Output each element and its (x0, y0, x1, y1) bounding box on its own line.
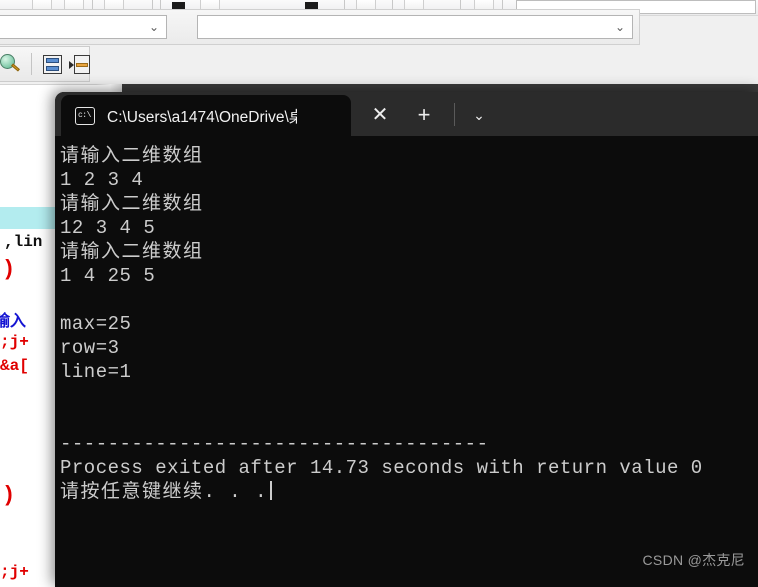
panel-bar-bottom (46, 66, 59, 71)
console-line: line=1 (60, 361, 132, 383)
magnifier-icon[interactable] (0, 53, 23, 77)
console-line: 请输入二维数组 (60, 241, 204, 263)
ide-combo-toolbar: ⌄ ⌄ (0, 9, 640, 45)
new-tab-icon[interactable]: + (410, 101, 438, 129)
titlebar-divider (454, 103, 455, 126)
console-line: 1 4 25 5 (60, 265, 156, 287)
panel-bar-top (46, 58, 59, 63)
windows-terminal-window: C:\Users\a1474\OneDrive\桌面 ✕ + ⌄ 请输入二维数组… (55, 92, 758, 587)
magnifier-handle (11, 63, 20, 72)
console-line: row=3 (60, 337, 120, 359)
panel-split-glyph (74, 55, 90, 74)
console-output[interactable]: 请输入二维数组 1 2 3 4 请输入二维数组 12 3 4 5 请输入二维数组… (55, 136, 758, 587)
text-cursor (270, 481, 273, 500)
ide-view-toolbar (0, 46, 90, 82)
code-fragment: ) (2, 483, 16, 508)
console-prompt-line: 请按任意键继续. . . (58, 480, 758, 504)
console-separator-line: ------------------------------------ (60, 433, 489, 455)
screen: ⌄ ⌄ ,lin) 入 ;j+ &a[) ;j+ c:\ C:\Users\… (0, 0, 758, 587)
code-fragment: 输入 (0, 313, 27, 331)
code-fragment: ,lin (4, 233, 43, 251)
file-select[interactable]: ⌄ (197, 15, 633, 39)
console-line: max=25 (60, 313, 132, 335)
panel-split-icon[interactable] (69, 53, 93, 77)
compiler-select[interactable]: ⌄ (0, 15, 167, 39)
chevron-down-icon: ⌄ (148, 20, 160, 34)
console-line: 请输入二维数组 (60, 193, 204, 215)
console-prompt-text: 请按任意键继续. . . (60, 481, 269, 503)
close-icon[interactable]: ✕ (367, 102, 393, 128)
code-fragment: ;j+ (0, 333, 29, 351)
watermark-label: CSDN @杰克尼 (642, 552, 745, 568)
console-icon (75, 106, 95, 125)
terminal-tab[interactable]: C:\Users\a1474\OneDrive\桌面 (61, 95, 351, 136)
console-exit-message: Process exited after 14.73 seconds with … (60, 457, 703, 479)
console-line: 12 3 4 5 (60, 217, 156, 239)
panel-layout-icon[interactable] (41, 53, 65, 77)
code-fragment: &a[ (0, 357, 29, 375)
terminal-tab-title: C:\Users\a1474\OneDrive\桌面 (107, 108, 297, 126)
panel-layout-glyph (43, 55, 62, 74)
chevron-down-icon: ⌄ (614, 20, 626, 34)
console-line: 请输入二维数组 (60, 145, 204, 167)
chevron-down-icon[interactable]: ⌄ (465, 102, 493, 128)
code-fragment: ;j+ (0, 563, 29, 581)
terminal-titlebar: C:\Users\a1474\OneDrive\桌面 ✕ + ⌄ (55, 92, 758, 136)
code-fragment: ) (2, 257, 16, 282)
panel-split-line (76, 63, 88, 67)
toolbar-separator (31, 53, 32, 75)
console-line: 1 2 3 4 (60, 169, 144, 191)
